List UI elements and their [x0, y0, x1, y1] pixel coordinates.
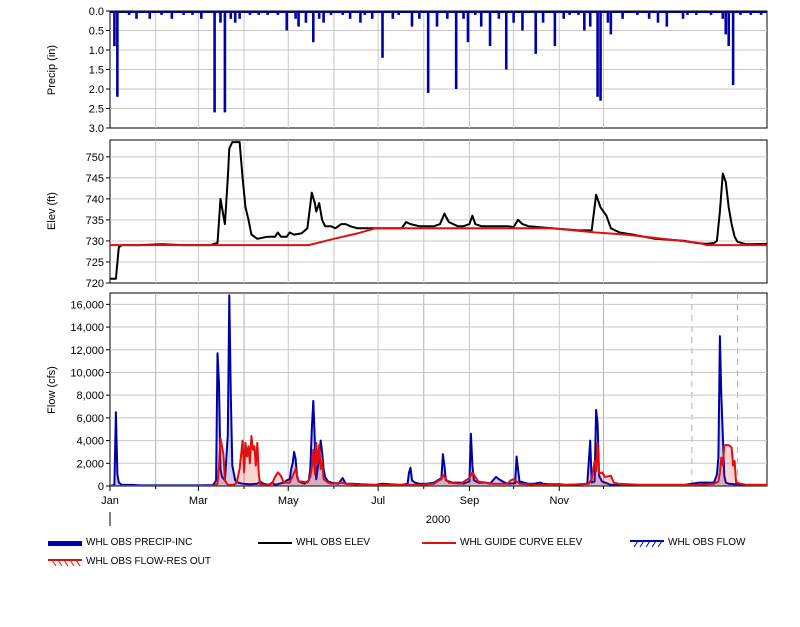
precip-bar [599, 11, 602, 101]
y-tick-label: 735 [86, 215, 104, 227]
x-tick-label: Mar [189, 495, 208, 507]
flow-y-axis-label: Flow (cfs) [46, 366, 58, 414]
legend-swatch-obs-elev [258, 541, 292, 544]
x-tick-label: May [278, 495, 299, 507]
legend-item-guide-curve: WHL GUIDE CURVE ELEV [422, 537, 582, 548]
precip-bar [731, 11, 735, 86]
precip-bar [435, 11, 439, 27]
y-tick-label: 0.0 [89, 6, 104, 18]
precip-bar [297, 11, 300, 27]
precip-bar [521, 11, 524, 31]
y-tick-label: 1.5 [89, 65, 104, 77]
precip-bar [583, 11, 586, 31]
precip-bar [534, 11, 538, 54]
y-tick-label: 3.0 [89, 123, 104, 135]
precip-bar [454, 11, 458, 89]
y-tick-label: 2,000 [76, 458, 104, 470]
precip-bar [466, 11, 470, 43]
y-tick-label: 745 [86, 173, 104, 185]
precip-bar [596, 11, 599, 97]
precip-bar [311, 11, 315, 43]
legend-label-obs-flow: WHL OBS FLOW [668, 537, 746, 548]
legend-label-guide-curve: WHL GUIDE CURVE ELEV [460, 537, 583, 548]
precip-bar [609, 11, 613, 35]
legend-label-obs-elev: WHL OBS ELEV [296, 537, 371, 548]
legend: WHL OBS PRECIP-INC WHL OBS ELEV WHL GUID… [0, 535, 800, 575]
y-tick-label: 730 [86, 236, 104, 248]
precip-bar [381, 11, 384, 58]
y-tick-label: 14,000 [70, 322, 104, 334]
legend-item-obs-flow: WHL OBS FLOW [630, 537, 745, 548]
precip-panel: 0.0 0.5 1.0 1.5 2.0 2.5 3.0 Precip (in) [46, 6, 768, 135]
y-tick-label: 4,000 [76, 436, 104, 448]
precip-bar [410, 11, 414, 27]
x-year-label: 2000 [426, 514, 450, 526]
y-tick-label: 6,000 [76, 413, 104, 425]
precip-bar [488, 11, 492, 47]
precip-bar [426, 11, 430, 93]
x-tick-label: Nov [550, 495, 570, 507]
precip-bar [504, 11, 508, 70]
precip-y-axis-label: Precip (in) [46, 45, 58, 95]
legend-label-precip: WHL OBS PRECIP-INC [86, 537, 193, 548]
precip-bar [553, 11, 557, 47]
flow-plot-area [109, 292, 768, 487]
x-tick-label: Jan [101, 495, 119, 507]
y-tick-label: 10,000 [70, 367, 104, 379]
legend-swatch-guide-curve [422, 541, 456, 544]
y-tick-label: 2.0 [89, 84, 104, 96]
y-tick-label: 8,000 [76, 390, 104, 402]
legend-item-res-out: WHL OBS FLOW-RES OUT [48, 556, 211, 567]
legend-item-precip: WHL OBS PRECIP-INC [48, 537, 192, 548]
precip-bar [213, 11, 216, 113]
x-axis: Jan Mar May Jul Sep Nov [101, 486, 604, 526]
legend-label-res-out: WHL OBS FLOW-RES OUT [86, 556, 212, 567]
legend-item-obs-elev: WHL OBS ELEV [258, 537, 370, 548]
y-tick-label: 740 [86, 194, 104, 206]
y-tick-label: 720 [86, 278, 104, 290]
flow-y-ticks: 0 2,000 4,000 6,000 8,000 10,000 12,000 14,000 1… [70, 299, 110, 493]
precip-bar [285, 11, 289, 31]
x-tick-label: Sep [460, 495, 480, 507]
elev-y-ticks: 720 725 730 735 740 745 750 [86, 152, 110, 290]
legend-swatch-res-out [48, 558, 82, 566]
hydrograph-chart: 0.0 0.5 1.0 1.5 2.0 2.5 3.0 Precip (in) 720 725… [46, 6, 768, 526]
y-tick-label: 16,000 [70, 299, 104, 311]
y-tick-label: 12,000 [70, 345, 104, 357]
y-tick-label: 750 [86, 152, 104, 164]
y-tick-label: 0.5 [89, 26, 104, 38]
precip-bar [727, 11, 730, 47]
x-tick-label: Jul [371, 495, 385, 507]
elev-panel: 720 725 730 735 740 745 750 Elev (ft) [46, 139, 768, 290]
y-tick-label: 725 [86, 257, 104, 269]
precip-bar [223, 11, 227, 113]
flow-panel: 0 2,000 4,000 6,000 8,000 10,000 12,000 14,000 1… [46, 292, 768, 493]
precip-bar [724, 11, 728, 35]
y-tick-label: 0 [98, 481, 104, 493]
precip-bar [665, 11, 669, 27]
precip-bar [113, 11, 116, 47]
precip-bar [588, 11, 592, 27]
precip-bar [116, 11, 119, 97]
legend-swatch-obs-flow [630, 539, 664, 547]
y-tick-label: 2.5 [89, 104, 104, 116]
elev-y-axis-label: Elev (ft) [46, 192, 58, 230]
precip-bar [479, 11, 483, 27]
y-tick-label: 1.0 [89, 45, 104, 57]
precip-y-ticks: 0.0 0.5 1.0 1.5 2.0 2.5 3.0 [89, 6, 110, 135]
legend-swatch-precip [48, 540, 82, 546]
